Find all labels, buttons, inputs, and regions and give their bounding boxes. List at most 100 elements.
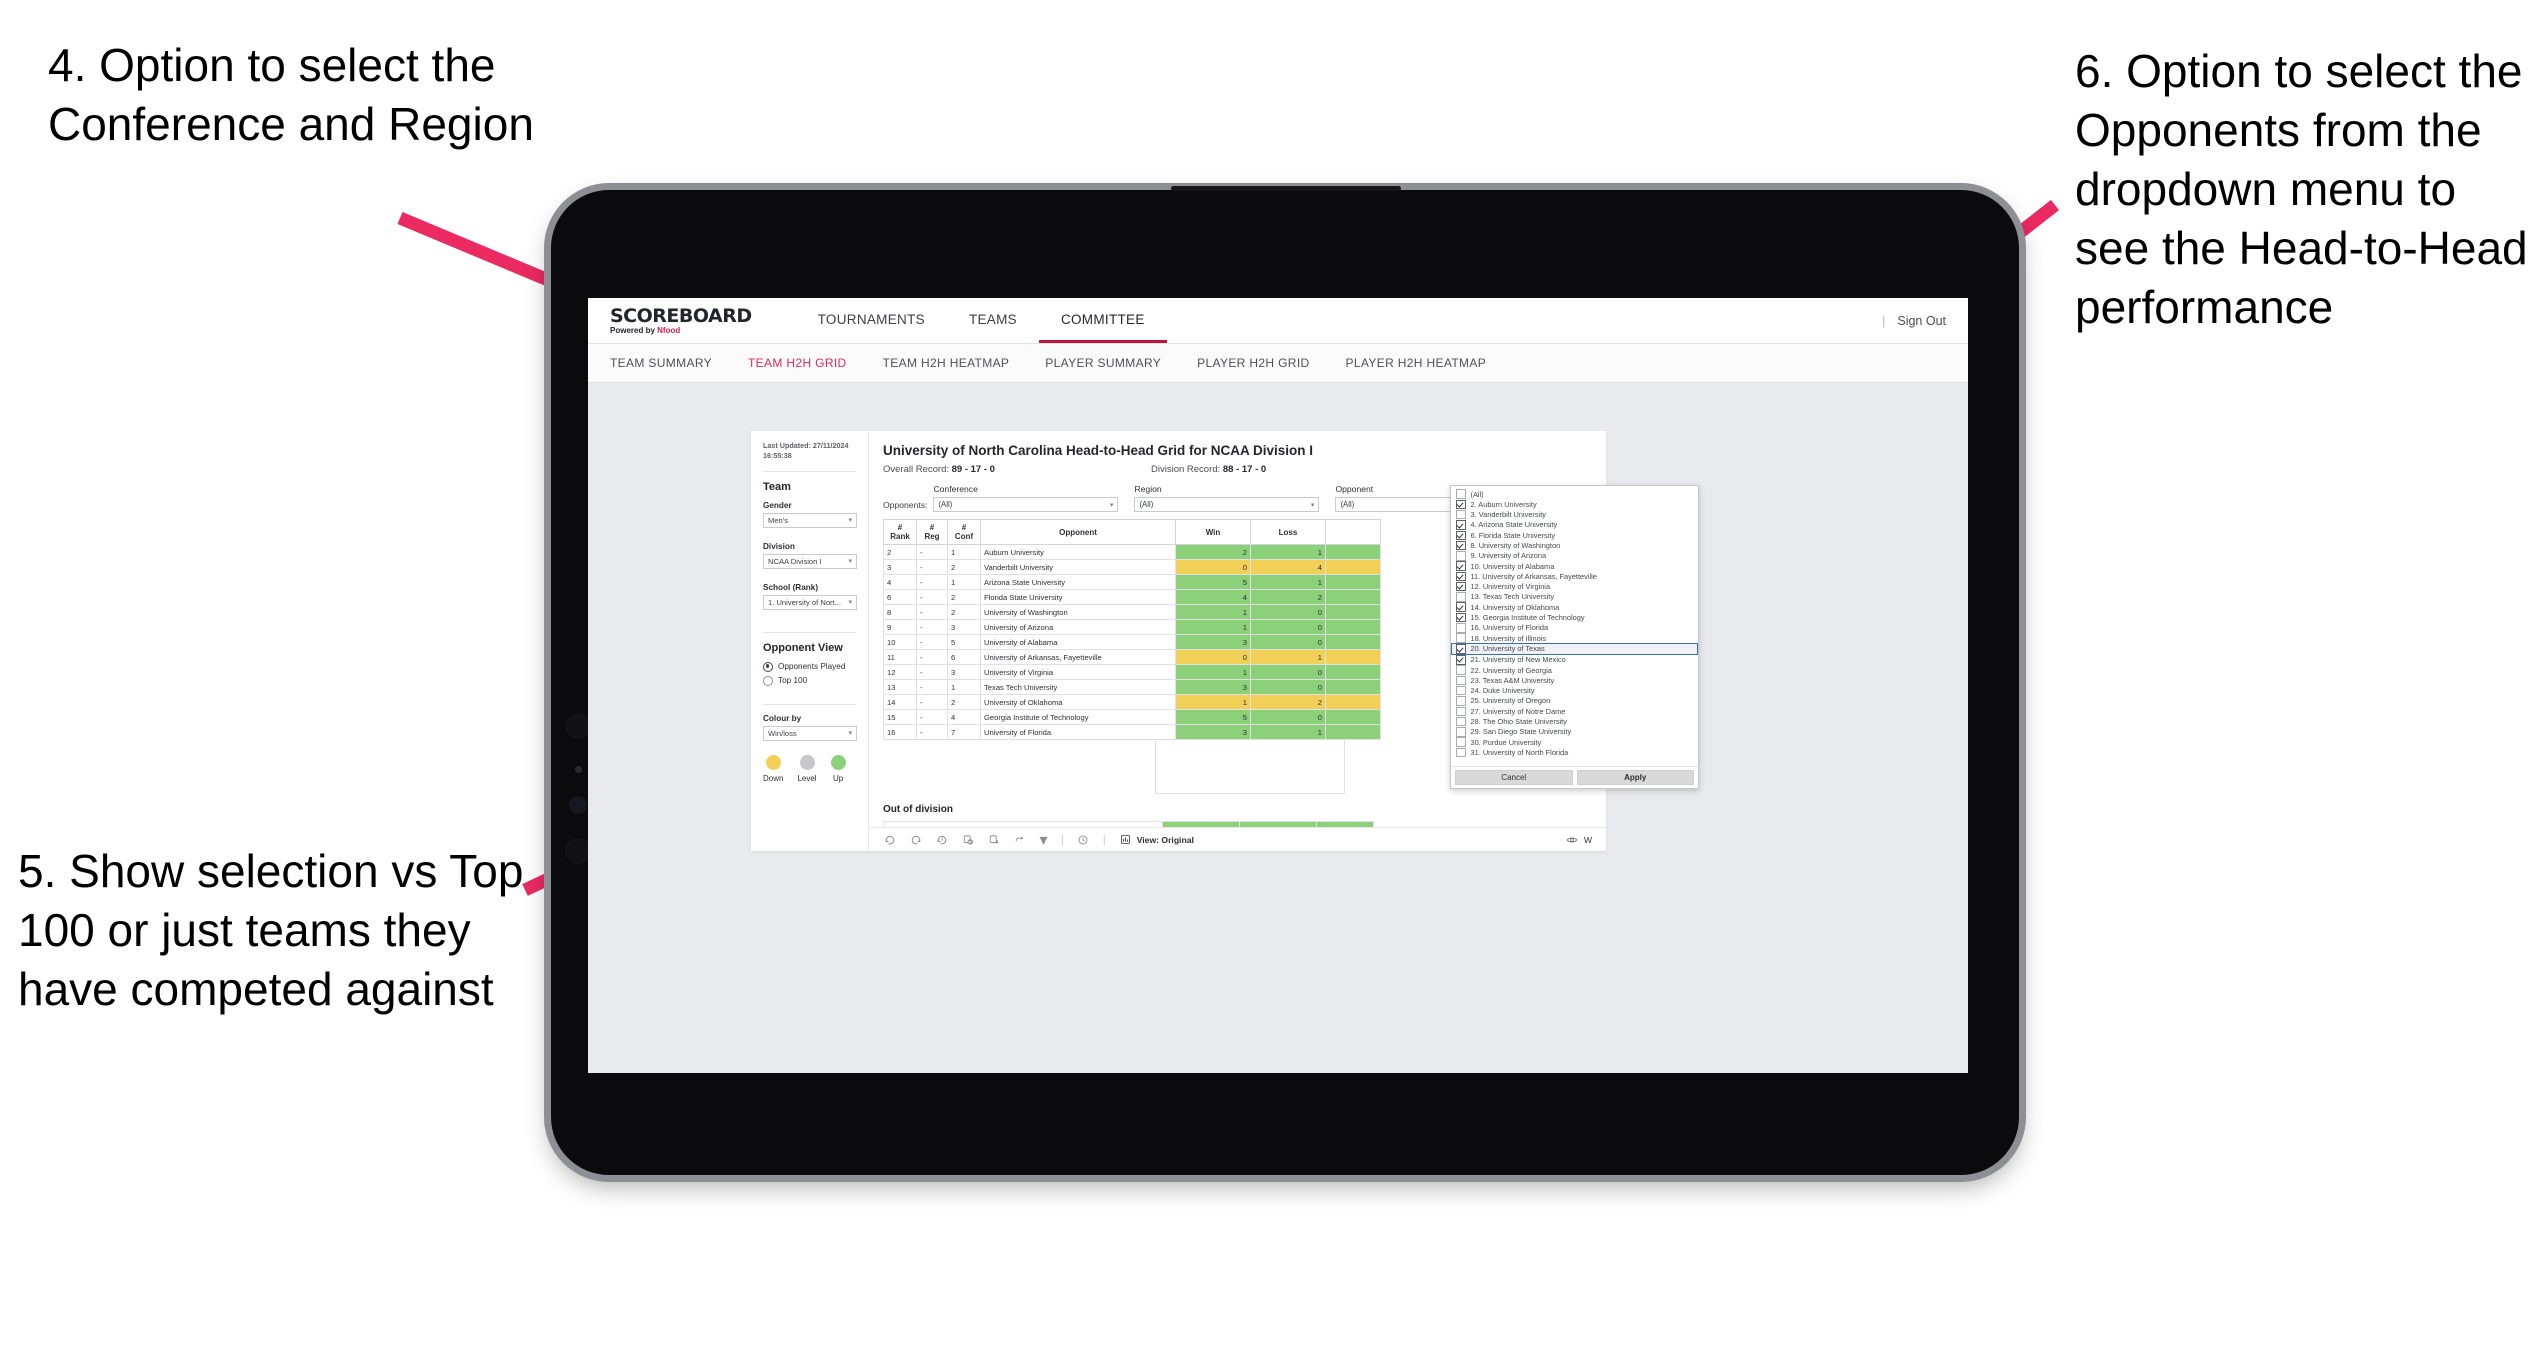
checkbox-checked-icon[interactable] — [1456, 571, 1466, 582]
checkbox-unchecked-icon[interactable] — [1456, 592, 1466, 602]
checkbox-checked-icon[interactable] — [1456, 602, 1466, 612]
table-row[interactable]: 11-6 University of Arkansas, Fayetteville… — [883, 649, 1381, 666]
opponent-dropdown-popup[interactable]: (All) 2. Auburn University 3. Vanderbilt U… — [1450, 485, 1699, 789]
table-row[interactable]: 9-3 University of Arizona 1 0 — [883, 619, 1381, 636]
opponent-dropdown-item[interactable]: 4. Arizona State University — [1451, 520, 1698, 530]
checkbox-unchecked-icon[interactable] — [1456, 747, 1466, 758]
opponent-dropdown-item[interactable]: 14. University of Oklahoma — [1451, 602, 1698, 612]
chevron-down-icon[interactable]: ▾ — [1039, 832, 1048, 849]
signout-link[interactable]: Sign Out — [1897, 314, 1946, 328]
table-row[interactable]: 16-7 University of Florida 3 1 — [883, 724, 1381, 741]
opponent-dropdown-item[interactable]: 6. Florida State University — [1451, 530, 1698, 541]
checkbox-unchecked-icon[interactable] — [1456, 685, 1466, 696]
checkbox-checked-icon[interactable] — [1456, 499, 1466, 510]
opponent-dropdown-item[interactable]: 24. Duke University — [1451, 685, 1698, 696]
opponent-dropdown-item[interactable]: 29. San Diego State University — [1451, 727, 1698, 737]
table-row[interactable]: 12-3 University of Virginia 1 0 — [883, 664, 1381, 681]
checkbox-unchecked-icon[interactable] — [1456, 551, 1466, 561]
checkbox-checked-icon[interactable] — [1456, 540, 1466, 551]
checkbox-unchecked-icon[interactable] — [1456, 489, 1466, 499]
subnav-item-player-summary[interactable]: PLAYER SUMMARY — [1045, 356, 1161, 370]
opponent-dropdown-item[interactable]: 3. Vanderbilt University — [1451, 509, 1698, 520]
subnav-item-team-summary[interactable]: TEAM SUMMARY — [610, 356, 712, 370]
opponent-dropdown-item[interactable]: 2. Auburn University — [1451, 499, 1698, 510]
last-updated-line-2: 16:55:38 — [763, 451, 792, 461]
table-row[interactable]: 6-2 Florida State University 4 2 — [883, 589, 1381, 606]
checkbox-checked-icon[interactable] — [1456, 530, 1466, 541]
history-clock-icon[interactable] — [1077, 833, 1090, 846]
subnav-item-player-h2h-heatmap[interactable]: PLAYER H2H HEATMAP — [1346, 356, 1487, 370]
checkbox-unchecked-icon[interactable] — [1456, 727, 1466, 737]
scoreboard-logo[interactable]: SCOREBOARD Powered by Nfood — [610, 306, 752, 335]
view-original-button[interactable]: View: Original — [1119, 833, 1194, 846]
checkbox-unchecked-icon[interactable] — [1456, 706, 1466, 717]
table-row[interactable]: 3-2 Vanderbilt University 0 4 — [883, 559, 1381, 576]
opponent-dropdown-item[interactable]: 18. University of Illinois — [1451, 633, 1698, 643]
table-row[interactable]: 14-2 University of Oklahoma 1 2 — [883, 694, 1381, 711]
redo-icon[interactable] — [909, 833, 922, 846]
division-select[interactable]: NCAA Division I ▾ — [763, 553, 857, 569]
opponent-dropdown-item[interactable]: (All) — [1451, 489, 1698, 499]
share-icon[interactable] — [1013, 833, 1026, 846]
undo-icon[interactable] — [883, 833, 896, 846]
table-row[interactable]: 4-1 Arizona State University 5 1 — [883, 574, 1381, 591]
conference-select[interactable]: (All) ▾ — [933, 497, 1119, 512]
pause-auto-update-icon[interactable] — [987, 833, 1000, 846]
opponent-dropdown-item[interactable]: 20. University of Texas — [1451, 643, 1698, 655]
radio-top-100[interactable]: Top 100 — [763, 675, 856, 686]
checkbox-unchecked-icon[interactable] — [1456, 509, 1466, 520]
opponent-dropdown-item-label: 30. Purdue University — [1470, 737, 1542, 747]
checkbox-checked-icon[interactable] — [1456, 612, 1466, 623]
checkbox-unchecked-icon[interactable] — [1456, 737, 1466, 747]
refresh-data-icon[interactable] — [961, 833, 974, 846]
checkbox-checked-icon[interactable] — [1456, 520, 1466, 530]
opponent-dropdown-item[interactable]: 28. The Ohio State University — [1451, 716, 1698, 727]
opponent-dropdown-item[interactable]: 10. University of Alabama — [1451, 561, 1698, 571]
apply-button[interactable]: Apply — [1576, 769, 1694, 785]
subnav-item-team-h2h-grid[interactable]: TEAM H2H GRID — [748, 356, 847, 370]
checkbox-unchecked-icon[interactable] — [1456, 675, 1466, 686]
table-row[interactable]: 10-5 University of Alabama 3 0 — [883, 634, 1381, 651]
nav-item-committee[interactable]: COMMITTEE — [1038, 298, 1167, 343]
checkbox-unchecked-icon[interactable] — [1456, 716, 1466, 727]
table-row[interactable]: 2-1 Auburn University 2 1 — [883, 544, 1381, 561]
opponent-dropdown-item[interactable]: 8. University of Washington — [1451, 540, 1698, 551]
opponent-dropdown-item[interactable]: 23. Texas A&M University — [1451, 675, 1698, 686]
opponent-dropdown-item[interactable]: 27. University of Notre Dame — [1451, 706, 1698, 717]
checkbox-unchecked-icon[interactable] — [1456, 665, 1466, 675]
checkbox-checked-icon[interactable] — [1456, 581, 1466, 592]
opponent-dropdown-item[interactable]: 13. Texas Tech University — [1451, 592, 1698, 602]
subnav-item-player-h2h-grid[interactable]: PLAYER H2H GRID — [1197, 356, 1309, 370]
opponent-dropdown-item[interactable]: 11. University of Arkansas, Fayetteville — [1451, 571, 1698, 582]
colour-by-select[interactable]: Win/loss ▾ — [763, 725, 857, 741]
checkbox-checked-icon[interactable] — [1456, 561, 1466, 571]
opponent-dropdown-item[interactable]: 15. Georgia Institute of Technology — [1451, 612, 1698, 623]
cell-win: 5 — [1175, 709, 1251, 726]
opponent-dropdown-item[interactable]: 9. University of Arizona — [1451, 551, 1698, 561]
subnav-item-team-h2h-heatmap[interactable]: TEAM H2H HEATMAP — [883, 356, 1010, 370]
nav-item-teams[interactable]: TEAMS — [947, 298, 1039, 343]
checkbox-checked-icon[interactable] — [1456, 644, 1466, 654]
opponent-dropdown-item[interactable]: 30. Purdue University — [1451, 737, 1698, 747]
opponent-dropdown-item[interactable]: 16. University of Florida — [1451, 623, 1698, 633]
opponent-dropdown-item[interactable]: 22. University of Georgia — [1451, 665, 1698, 675]
reset-icon[interactable] — [935, 833, 948, 846]
table-row[interactable]: 13-1 Texas Tech University 3 0 — [883, 679, 1381, 696]
opponent-dropdown-item[interactable]: 31. University of North Florida — [1451, 747, 1698, 758]
opponent-dropdown-item[interactable]: 12. University of Virginia — [1451, 581, 1698, 592]
school-rank-select[interactable]: 1. University of Nort... ▾ — [763, 594, 857, 610]
table-row[interactable]: 15-4 Georgia Institute of Technology 5 0 — [883, 709, 1381, 726]
nav-item-tournaments[interactable]: TOURNAMENTS — [796, 298, 947, 343]
watch-area[interactable]: W — [1566, 833, 1592, 846]
table-row[interactable]: 8-2 University of Washington 1 0 — [883, 604, 1381, 621]
opponent-dropdown-item[interactable]: 21. University of New Mexico — [1451, 655, 1698, 665]
region-select[interactable]: (All) ▾ — [1134, 497, 1320, 512]
checkbox-unchecked-icon[interactable] — [1456, 633, 1466, 643]
radio-opponents-played[interactable]: Opponents Played — [763, 661, 856, 672]
cancel-button[interactable]: Cancel — [1455, 769, 1573, 785]
checkbox-unchecked-icon[interactable] — [1456, 623, 1466, 633]
checkbox-unchecked-icon[interactable] — [1456, 696, 1466, 706]
gender-select[interactable]: Men's ▾ — [763, 512, 857, 528]
opponent-dropdown-item[interactable]: 25. University of Oregon — [1451, 696, 1698, 706]
checkbox-checked-icon[interactable] — [1456, 655, 1466, 665]
